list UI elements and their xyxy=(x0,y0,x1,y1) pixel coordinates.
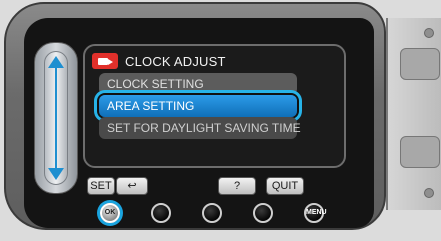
menu-item-daylight-saving[interactable]: SET FOR DAYLIGHT SAVING TIME xyxy=(99,117,301,139)
quit-button[interactable]: QUIT xyxy=(266,177,304,195)
menu-button[interactable]: MENU xyxy=(304,203,327,223)
camera-icon xyxy=(92,53,118,69)
camcorder-lcd: CLOCK ADJUST CLOCK SETTING AREA SETTING … xyxy=(0,0,441,241)
ok-button[interactable]: OK xyxy=(100,203,120,223)
scroll-control[interactable] xyxy=(34,42,78,194)
arrow-down-icon[interactable] xyxy=(48,168,64,180)
hinge-slot-bottom xyxy=(400,136,440,168)
back-icon: ↩ xyxy=(127,180,137,192)
scroll-track-line xyxy=(55,66,57,170)
menu-label: MENU xyxy=(306,209,327,216)
scroll-track-area xyxy=(44,51,68,185)
side-hinge-panel xyxy=(386,18,441,210)
help-button[interactable]: ? xyxy=(218,177,256,195)
hw-button-2[interactable] xyxy=(151,203,171,223)
menu-item-clock-setting[interactable]: CLOCK SETTING xyxy=(99,73,297,95)
back-button[interactable]: ↩ xyxy=(116,177,148,195)
hw-button-4[interactable] xyxy=(253,203,273,223)
screw-icon xyxy=(424,28,434,38)
set-button[interactable]: SET xyxy=(87,177,115,195)
menu-item-area-setting[interactable]: AREA SETTING xyxy=(99,95,297,117)
page-title: CLOCK ADJUST xyxy=(125,54,226,69)
screw-icon xyxy=(424,188,434,198)
ok-label: OK xyxy=(104,209,116,216)
hw-button-3[interactable] xyxy=(202,203,222,223)
hinge-slot-top xyxy=(400,48,440,80)
